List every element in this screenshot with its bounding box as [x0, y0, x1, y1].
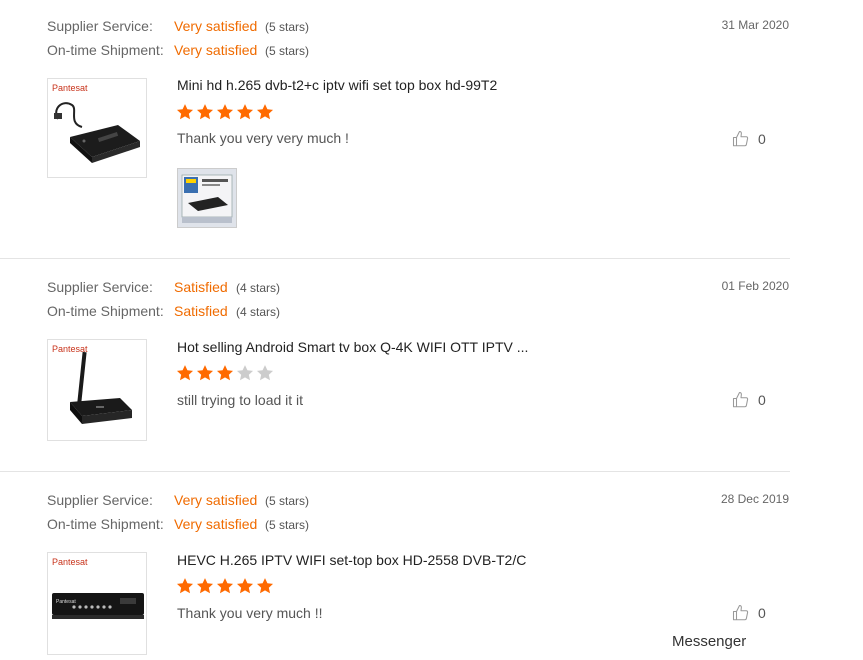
- ontime-shipment-label: On-time Shipment:: [47, 516, 164, 532]
- supplier-service-label: Supplier Service:: [47, 279, 153, 295]
- review-item: Supplier Service: Very satisfied (5 star…: [0, 0, 790, 259]
- star-icon: [216, 365, 234, 381]
- supplier-service-rating: Very satisfied: [174, 18, 258, 34]
- brand-logo: Pantesat: [52, 557, 88, 567]
- rating-stars: [176, 103, 274, 121]
- product-thumbnail[interactable]: Pantesat Pantesat: [47, 552, 147, 655]
- review-comment: still trying to load it it: [177, 392, 304, 408]
- thumbs-up-icon: [732, 604, 749, 621]
- star-icon: [176, 578, 194, 594]
- supplier-service-label: Supplier Service:: [47, 492, 153, 508]
- star-icon: [256, 578, 274, 594]
- star-icon: [256, 365, 274, 381]
- brand-logo: Pantesat: [52, 344, 88, 354]
- ontime-shipment-rating: Satisfied: [174, 303, 228, 319]
- product-thumbnail[interactable]: Pantesat: [47, 339, 147, 441]
- star-icon: [196, 578, 214, 594]
- like-button[interactable]: 0: [732, 391, 766, 409]
- supplier-service-stars: (5 stars): [265, 20, 310, 34]
- star-icon: [236, 104, 254, 120]
- star-icon: [216, 104, 234, 120]
- star-icon: [236, 578, 254, 594]
- set-top-box-image: [54, 102, 140, 163]
- review-item: Supplier Service: Satisfied (4 stars) On…: [0, 260, 790, 471]
- like-button[interactable]: 0: [732, 604, 766, 622]
- like-count: 0: [758, 131, 766, 147]
- star-icon: [256, 104, 274, 120]
- review-date: 28 Dec 2019: [720, 492, 789, 506]
- set-top-box-image: Pantesat: [52, 593, 144, 619]
- review-comment: Thank you very much !!: [177, 605, 323, 621]
- supplier-service-stars: (5 stars): [265, 494, 310, 508]
- star-icon: [196, 104, 214, 120]
- rating-stars: [176, 577, 274, 595]
- ontime-shipment-rating: Very satisfied: [174, 516, 258, 532]
- review-date: 01 Feb 2020: [721, 279, 789, 293]
- review-divider: [0, 258, 790, 259]
- product-title-link[interactable]: Hot selling Android Smart tv box Q-4K WI…: [177, 339, 528, 355]
- tv-box-image: [70, 351, 132, 424]
- ontime-shipment-rating: Very satisfied: [174, 42, 258, 58]
- ontime-shipment-stars: (5 stars): [265, 44, 310, 58]
- supplier-service-label: Supplier Service:: [47, 18, 153, 34]
- ontime-shipment-label: On-time Shipment:: [47, 42, 164, 58]
- thumbs-up-icon: [732, 391, 749, 408]
- star-icon: [176, 365, 194, 381]
- star-icon: [216, 578, 234, 594]
- like-count: 0: [758, 605, 766, 621]
- like-count: 0: [758, 392, 766, 408]
- thumbs-up-icon: [732, 130, 749, 147]
- review-date: 31 Mar 2020: [721, 18, 789, 32]
- like-button[interactable]: 0: [732, 130, 766, 148]
- review-photo[interactable]: [177, 168, 237, 228]
- brand-logo: Pantesat: [52, 83, 88, 93]
- ontime-shipment-stars: (4 stars): [236, 305, 281, 319]
- ontime-shipment-stars: (5 stars): [265, 518, 310, 532]
- star-icon: [176, 104, 194, 120]
- product-title-link[interactable]: HEVC H.265 IPTV WIFI set-top box HD-2558…: [177, 552, 526, 568]
- product-thumbnail[interactable]: Pantesat: [47, 78, 147, 178]
- messenger-button[interactable]: Messenger: [672, 633, 746, 650]
- review-comment: Thank you very very much !: [177, 130, 349, 146]
- rating-stars: [176, 364, 274, 382]
- review-item: Supplier Service: Very satisfied (5 star…: [0, 472, 790, 660]
- supplier-service-stars: (4 stars): [236, 281, 281, 295]
- review-photo-image: [178, 169, 236, 227]
- ontime-shipment-label: On-time Shipment:: [47, 303, 164, 319]
- supplier-service-rating: Satisfied: [174, 279, 228, 295]
- star-icon: [236, 365, 254, 381]
- svg-text:Pantesat: Pantesat: [56, 599, 76, 605]
- supplier-service-rating: Very satisfied: [174, 492, 258, 508]
- product-title-link[interactable]: Mini hd h.265 dvb-t2+c iptv wifi set top…: [177, 77, 497, 93]
- star-icon: [196, 365, 214, 381]
